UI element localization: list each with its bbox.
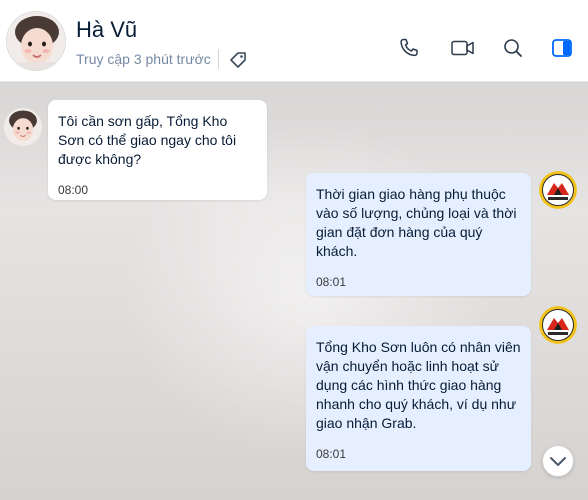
toggle-info-panel-button[interactable] [550, 36, 574, 60]
message-text: Tôi cần sơn gấp, Tổng Kho Sơn có thể gia… [58, 113, 237, 167]
sender-avatar[interactable] [4, 108, 42, 146]
video-call-button[interactable] [449, 36, 477, 60]
message-time: 08:01 [316, 447, 347, 461]
contact-name[interactable]: Hà Vũ [76, 17, 137, 43]
video-camera-icon [449, 40, 477, 64]
search-icon [501, 39, 525, 64]
chat-header: Hà Vũ Truy cập 3 phút trước [0, 0, 588, 82]
shop-avatar[interactable] [539, 171, 577, 209]
outgoing-message[interactable]: Tổng Kho Sơn luôn có nhân viên vận chuyể… [306, 326, 531, 471]
message-text: Tổng Kho Sơn luôn có nhân viên vận chuyể… [316, 339, 521, 431]
last-seen-status: Truy cập 3 phút trước [76, 51, 211, 67]
call-button[interactable] [397, 36, 421, 60]
tag-icon[interactable] [228, 50, 248, 70]
chevron-down-icon [543, 457, 573, 480]
phone-icon [397, 38, 421, 64]
sidebar-toggle-icon [550, 39, 574, 64]
incoming-message[interactable]: Tôi cần sơn gấp, Tổng Kho Sơn có thể gia… [48, 100, 267, 200]
shop-avatar[interactable] [539, 306, 577, 344]
message-list[interactable]: Tôi cần sơn gấp, Tổng Kho Sơn có thể gia… [0, 82, 588, 500]
message-text: Thời gian giao hàng phụ thuộc vào số lượ… [316, 186, 517, 259]
search-button[interactable] [501, 36, 525, 60]
contact-avatar[interactable] [6, 11, 66, 71]
message-time: 08:00 [58, 183, 89, 197]
status-divider [218, 49, 219, 69]
message-time: 08:01 [316, 275, 347, 289]
outgoing-message[interactable]: Thời gian giao hàng phụ thuộc vào số lượ… [306, 173, 531, 296]
scroll-to-bottom-button[interactable] [542, 445, 574, 477]
